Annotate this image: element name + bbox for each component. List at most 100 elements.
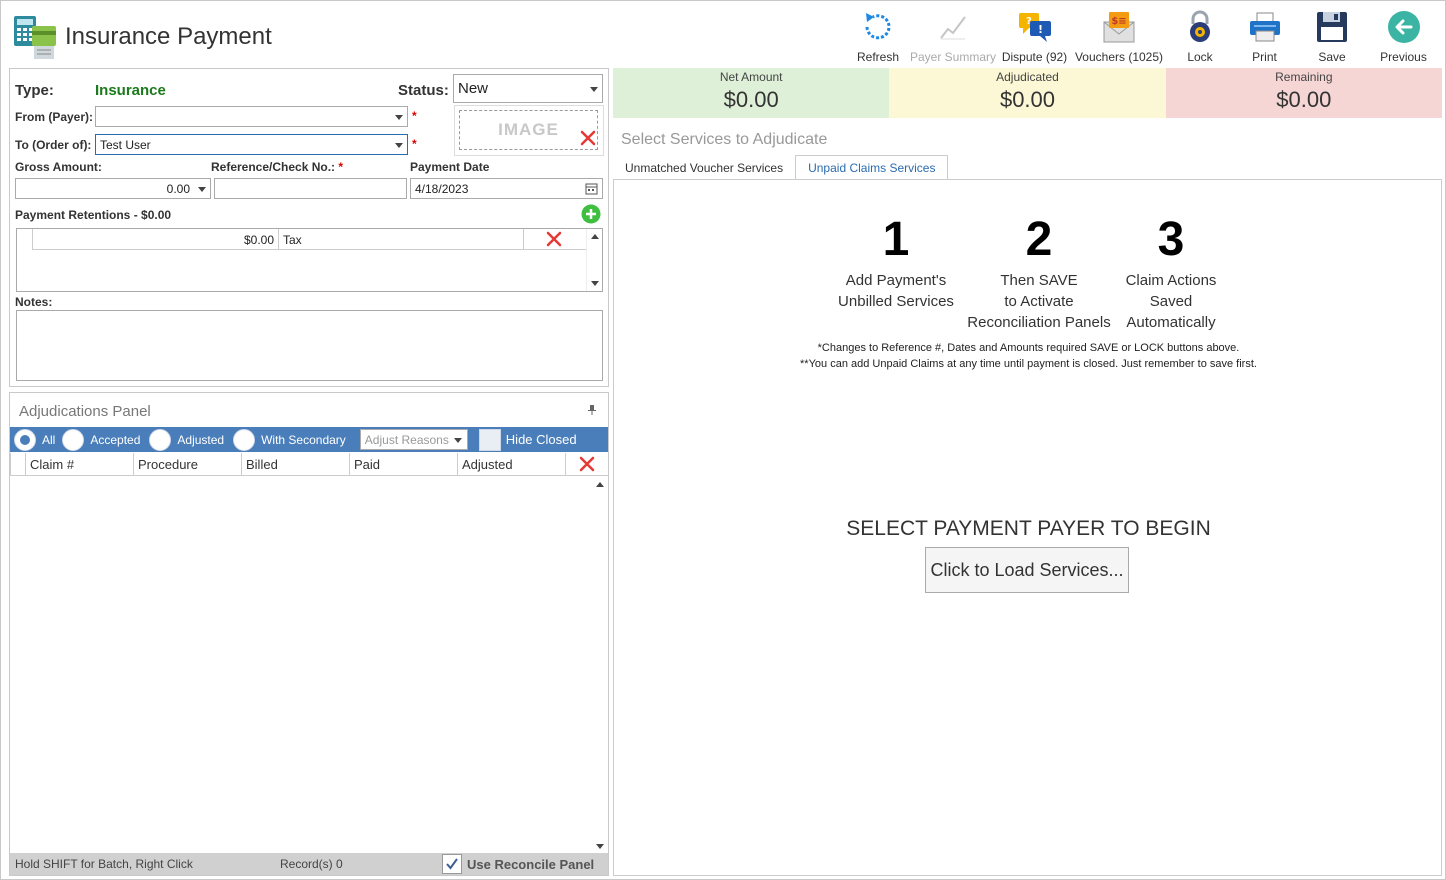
adjudicated-value: $0.00: [999, 87, 1056, 112]
column-procedure[interactable]: Procedure: [133, 453, 241, 475]
column-claim[interactable]: Claim #: [25, 453, 133, 475]
step-line: Then SAVE: [1000, 272, 1078, 289]
record-count: Record(s) 0: [280, 857, 343, 871]
calendar-icon[interactable]: [585, 182, 598, 198]
retention-row[interactable]: $0.00 Tax: [32, 229, 586, 250]
insurance-payment-window: Insurance Payment Refresh Payer Summary …: [0, 0, 1446, 880]
grid-scrollbar[interactable]: [592, 477, 608, 854]
notes-label: Notes:: [15, 295, 53, 309]
floppy-disk-icon: [1314, 9, 1350, 45]
payer-summary-button[interactable]: Payer Summary: [910, 7, 996, 65]
radio-icon: [233, 428, 256, 451]
gross-amount-value: 0.00: [166, 181, 190, 196]
scroll-down-icon[interactable]: [596, 844, 604, 849]
column-divider: [523, 229, 524, 250]
image-placeholder-label: IMAGE: [498, 120, 559, 139]
voucher-envelope-icon: $≡: [1101, 9, 1137, 45]
tab-unpaid-claims-services[interactable]: Unpaid Claims Services: [795, 155, 949, 180]
lock-icon: [1182, 9, 1218, 45]
hide-closed-label: Hide Closed: [505, 432, 577, 447]
retention-type[interactable]: Tax: [283, 229, 302, 250]
refresh-button[interactable]: Refresh: [846, 7, 910, 65]
batch-hint: Hold SHIFT for Batch, Right Click: [15, 857, 193, 871]
app-logo-icon: [12, 12, 58, 60]
filter-accepted-label: Accepted: [90, 432, 141, 447]
net-amount-label: Net Amount: [719, 70, 783, 84]
step-line: Saved: [1149, 293, 1193, 310]
image-drop-area[interactable]: IMAGE: [459, 110, 598, 150]
step-line: Automatically: [1126, 314, 1216, 331]
print-button[interactable]: Print: [1235, 7, 1294, 65]
scroll-up-icon[interactable]: [596, 482, 604, 487]
payment-date-value: 4/18/2023: [415, 181, 469, 196]
remaining-label: Remaining: [1275, 70, 1333, 84]
adjudicated-label: Adjudicated: [996, 70, 1059, 84]
delete-retention-icon[interactable]: [546, 231, 562, 250]
filter-all-label: All: [42, 432, 56, 447]
radio-selected-icon: [14, 428, 36, 451]
printer-icon: [1247, 9, 1283, 45]
save-button[interactable]: Save: [1294, 7, 1370, 65]
column-adjusted[interactable]: Adjusted: [457, 453, 565, 475]
net-amount-value: $0.00: [723, 87, 779, 112]
step-line: to Activate: [1004, 293, 1074, 310]
services-tabs: Unmatched Voucher Services Unpaid Claims…: [613, 155, 949, 180]
retention-amount[interactable]: $0.00: [32, 229, 279, 250]
required-mark: *: [338, 160, 344, 174]
payment-date-label: Payment Date: [410, 160, 490, 174]
adjudication-grid-body: [10, 477, 608, 854]
dispute-label: Dispute (92): [1001, 50, 1068, 64]
unpaid-claims-tab-content: 1 Add Payment's Unbilled Services 2 Then…: [613, 179, 1442, 876]
filter-with-secondary-radio[interactable]: With Secondary: [233, 428, 346, 451]
lock-button[interactable]: Lock: [1165, 7, 1235, 65]
scroll-up-icon[interactable]: [591, 234, 599, 239]
hide-closed-checkbox[interactable]: Hide Closed: [478, 428, 577, 451]
gross-amount-input[interactable]: 0.00: [15, 178, 211, 199]
arrow-left-icon: [1386, 9, 1422, 45]
notes-textarea[interactable]: [16, 310, 603, 381]
reference-label: Reference/Check No.: *: [211, 160, 343, 174]
delete-all-icon[interactable]: [565, 453, 608, 475]
from-payer-select[interactable]: [95, 106, 408, 127]
net-amount-cell: Net Amount $0.00: [613, 68, 890, 118]
vouchers-label: Vouchers (1025): [1074, 50, 1164, 64]
adjudication-filter-bar: All Accepted Adjusted With Secondary Adj…: [10, 427, 608, 452]
type-value: Insurance: [95, 82, 166, 99]
load-services-button[interactable]: Click to Load Services...: [925, 547, 1129, 593]
column-paid[interactable]: Paid: [349, 453, 457, 475]
adjudicated-cell: Adjudicated $0.00: [889, 68, 1166, 118]
previous-label: Previous: [1380, 50, 1427, 64]
radio-icon: [62, 428, 85, 451]
type-label: Type:: [15, 82, 54, 99]
step-line: Claim Actions: [1125, 272, 1217, 289]
payment-date-input[interactable]: 4/18/2023: [410, 178, 603, 199]
adjust-reasons-select[interactable]: Adjust Reasons: [359, 429, 468, 450]
add-retention-icon[interactable]: [581, 204, 601, 229]
reference-check-input[interactable]: [214, 178, 407, 199]
pin-icon[interactable]: [588, 405, 596, 418]
step-line: Reconciliation Panels: [967, 314, 1111, 331]
vouchers-button[interactable]: $≡ Vouchers (1025): [1073, 7, 1165, 65]
adjudications-panel: Adjudications Panel All Accepted Adjuste…: [9, 392, 609, 876]
status-select[interactable]: New: [453, 74, 603, 103]
remove-image-icon[interactable]: [580, 130, 596, 151]
retention-scrollbar[interactable]: [586, 229, 602, 291]
filter-accepted-radio[interactable]: Accepted: [62, 428, 141, 451]
column-billed[interactable]: Billed: [241, 453, 349, 475]
scroll-down-icon[interactable]: [591, 281, 599, 286]
payment-form-panel: Type: Insurance Status: New From (Payer)…: [9, 68, 609, 387]
filter-all-radio[interactable]: All: [14, 428, 56, 451]
to-order-of-select[interactable]: Test User: [95, 134, 408, 155]
select-services-title: Select Services to Adjudicate: [621, 131, 828, 148]
gross-amount-label: Gross Amount:: [15, 160, 102, 174]
chevron-down-icon: [453, 438, 462, 443]
use-reconcile-checkbox[interactable]: Use Reconcile Panel: [442, 854, 594, 874]
adjudication-status-bar: Hold SHIFT for Batch, Right Click Record…: [10, 853, 608, 875]
adjust-reasons-placeholder: Adjust Reasons: [364, 432, 449, 447]
tab-unmatched-voucher-services[interactable]: Unmatched Voucher Services: [613, 155, 795, 180]
refresh-label: Refresh: [856, 50, 900, 64]
previous-button[interactable]: Previous: [1370, 7, 1437, 65]
filter-adjusted-radio[interactable]: Adjusted: [149, 428, 224, 451]
dispute-button[interactable]: !? Dispute (92): [996, 7, 1073, 65]
step-number: 3: [1157, 213, 1185, 266]
